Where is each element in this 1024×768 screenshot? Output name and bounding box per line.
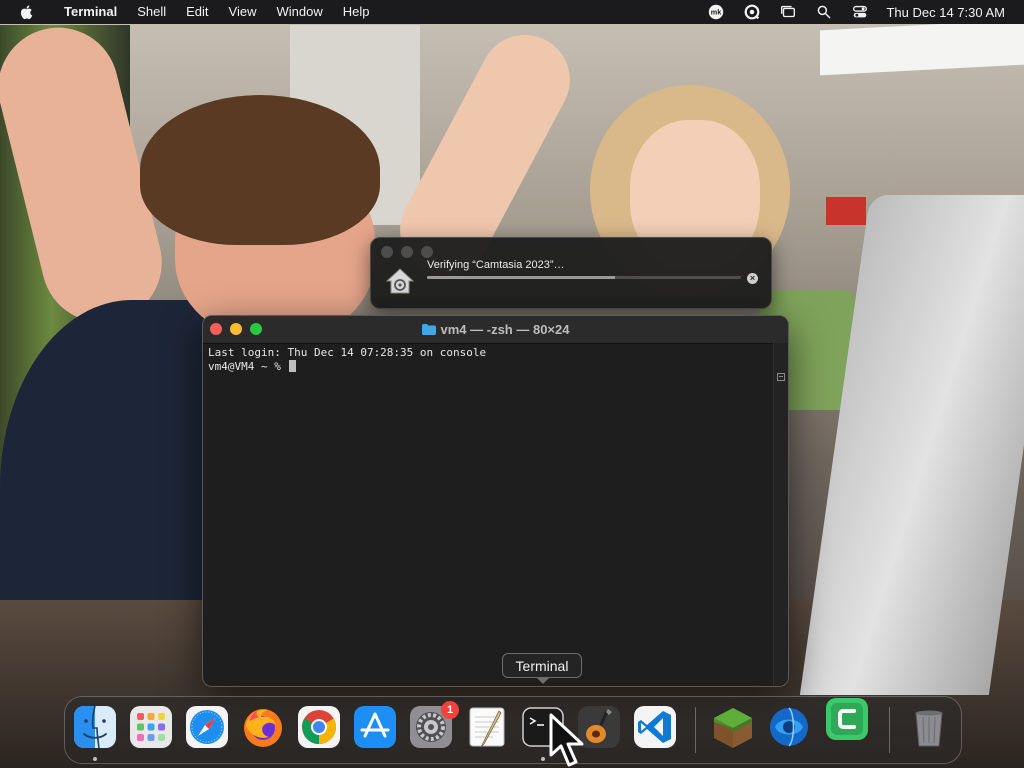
mk-icon[interactable]: mk xyxy=(706,2,726,22)
terminal-icon xyxy=(522,707,564,747)
apple-menu-icon[interactable] xyxy=(18,3,36,21)
dock-tooltip: Terminal xyxy=(502,653,582,684)
control-center-icon[interactable] xyxy=(850,2,870,22)
wallpaper-ceiling-light xyxy=(820,19,1024,76)
folder-icon xyxy=(421,317,436,335)
menu-view[interactable]: View xyxy=(219,0,267,24)
app-store-icon xyxy=(354,706,396,748)
dock-separator xyxy=(695,707,696,753)
textedit-icon xyxy=(469,707,505,748)
installer-house-icon xyxy=(385,266,415,296)
terminal-window: vm4 — -zsh — 80×24 Last login: Thu Dec 1… xyxy=(202,315,789,687)
dock-app-store[interactable] xyxy=(353,705,397,749)
dock-launchpad[interactable] xyxy=(129,705,173,749)
menu-app-name[interactable]: Terminal xyxy=(54,0,127,24)
verify-dialog: Verifying “Camtasia 2023”… × xyxy=(370,237,772,309)
window-icon[interactable] xyxy=(778,2,798,22)
verify-minimize-button[interactable] xyxy=(401,246,413,258)
search-icon[interactable] xyxy=(814,2,834,22)
dock-safari[interactable] xyxy=(185,705,229,749)
dock-trash[interactable] xyxy=(907,705,951,749)
menu-bar-extras: mk Thu Dec 14 7:30 AM xyxy=(698,0,1024,24)
finder-running-indicator xyxy=(93,757,97,761)
dock-firefox[interactable] xyxy=(241,705,285,749)
verify-zoom-button[interactable] xyxy=(421,246,433,258)
terminal-cursor xyxy=(289,360,297,372)
verify-progress-bar xyxy=(427,276,741,279)
zoom-button[interactable] xyxy=(250,323,262,335)
finder-icon xyxy=(74,705,116,749)
safari-icon xyxy=(186,706,228,748)
verify-window-controls xyxy=(381,246,433,258)
trash-icon xyxy=(915,710,943,747)
chrome-icon xyxy=(298,706,340,748)
terminal-line-login: Last login: Thu Dec 14 07:28:35 on conso… xyxy=(208,346,487,359)
wallpaper-exit-sign xyxy=(826,197,866,225)
launchpad-icon xyxy=(130,706,172,748)
verify-progress-fill xyxy=(427,276,616,279)
vscode-icon xyxy=(634,706,676,748)
terminal-line-prompt: vm4@VM4 ~ % xyxy=(208,360,288,373)
terminal-scrollbar[interactable] xyxy=(773,343,788,686)
dock-blue-app[interactable] xyxy=(767,705,811,749)
dock-separator-trash xyxy=(889,707,890,753)
svg-text:mk: mk xyxy=(711,8,721,17)
dock-system-settings[interactable]: 1 xyxy=(409,701,459,749)
terminal-running-indicator xyxy=(541,757,545,761)
screen-record-icon[interactable] xyxy=(742,2,762,22)
dock-chrome[interactable] xyxy=(297,705,341,749)
dock-camtasia[interactable] xyxy=(825,697,869,741)
dock: 1 xyxy=(64,696,962,764)
settings-badge: 1 xyxy=(441,701,459,719)
menu-bar-clock[interactable]: Thu Dec 14 7:30 AM xyxy=(886,5,1005,20)
menu-edit[interactable]: Edit xyxy=(176,0,218,24)
dock-finder[interactable] xyxy=(73,705,117,749)
terminal-titlebar[interactable]: vm4 — -zsh — 80×24 xyxy=(203,316,788,344)
dock-terminal[interactable] xyxy=(521,705,565,749)
menu-help[interactable]: Help xyxy=(333,0,380,24)
minimize-button[interactable] xyxy=(230,323,242,335)
dock-textedit[interactable] xyxy=(465,705,509,749)
menu-window[interactable]: Window xyxy=(267,0,333,24)
menu-shell[interactable]: Shell xyxy=(127,0,176,24)
dock-vscode[interactable] xyxy=(633,705,677,749)
dock-garageband[interactable] xyxy=(577,705,621,749)
verify-title: Verifying “Camtasia 2023”… xyxy=(427,259,565,271)
verify-close-button[interactable] xyxy=(381,246,393,258)
minecraft-icon xyxy=(714,708,752,748)
verify-cancel-icon[interactable]: × xyxy=(747,273,758,284)
close-button[interactable] xyxy=(210,323,222,335)
terminal-window-controls xyxy=(210,323,262,335)
terminal-title-text: vm4 — -zsh — 80×24 xyxy=(440,322,570,337)
terminal-output[interactable]: Last login: Thu Dec 14 07:28:35 on conso… xyxy=(208,346,772,686)
blue-app-icon xyxy=(770,707,808,747)
scroll-marker-icon[interactable] xyxy=(777,373,785,381)
terminal-window-title: vm4 — -zsh — 80×24 xyxy=(203,316,788,343)
dock-minecraft[interactable] xyxy=(711,705,755,749)
wallpaper-boy-hair xyxy=(140,95,380,245)
garageband-icon xyxy=(578,706,620,748)
firefox-icon xyxy=(244,709,282,747)
camtasia-icon xyxy=(826,698,868,740)
menu-bar: Terminal Shell Edit View Window Help mk … xyxy=(0,0,1024,24)
wallpaper-laptop xyxy=(799,195,1024,695)
